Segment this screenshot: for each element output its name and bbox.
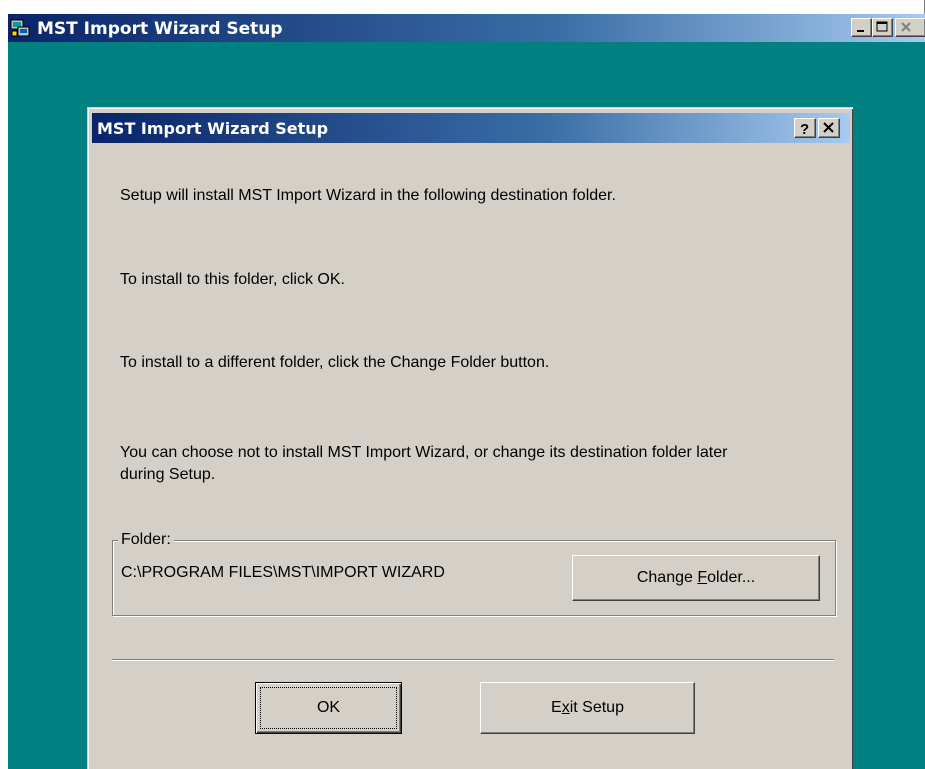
- ok-button[interactable]: OK: [255, 682, 402, 734]
- folder-dialog: MST Import Wizard Setup ? Setup will ins…: [87, 107, 853, 769]
- svg-text:?: ?: [800, 121, 809, 137]
- folder-groupbox: Folder: C:\PROGRAM FILES\MST\IMPORT WIZA…: [112, 529, 836, 616]
- change-folder-label: Change Folder...: [636, 569, 756, 586]
- close-icon: [901, 22, 911, 32]
- ok-label: OK: [316, 699, 341, 716]
- dialog-title-bar[interactable]: MST Import Wizard Setup ?: [92, 113, 850, 143]
- destination-message: Setup will install MST Import Wizard in …: [120, 187, 616, 204]
- exit-setup-button[interactable]: Exit Setup: [480, 682, 695, 734]
- minimize-button[interactable]: [851, 18, 872, 37]
- maximize-icon: [876, 21, 888, 32]
- change-folder-button[interactable]: Change Folder...: [572, 555, 820, 601]
- main-window-title: MST Import Wizard Setup: [37, 19, 283, 39]
- later-note-line-1: You can choose not to install MST Import…: [120, 444, 728, 461]
- minimize-icon: [857, 30, 864, 32]
- dialog-close-button[interactable]: [818, 118, 840, 138]
- help-icon: ?: [800, 121, 809, 137]
- close-button[interactable]: [895, 18, 925, 37]
- maximize-button[interactable]: [872, 18, 893, 37]
- main-window-title-bar[interactable]: MST Import Wizard Setup: [8, 14, 925, 42]
- close-icon: [823, 122, 834, 133]
- setup-main-window: MST Import Wizard Setup MST Import Wizar…: [0, 0, 925, 769]
- dialog-title: MST Import Wizard Setup: [97, 119, 329, 138]
- button-separator: [112, 659, 834, 661]
- folder-group-label: Folder:: [118, 529, 174, 551]
- setup-computer-icon[interactable]: [10, 18, 30, 38]
- folder-path: C:\PROGRAM FILES\MST\IMPORT WIZARD: [121, 564, 445, 581]
- exit-setup-label: Exit Setup: [551, 699, 624, 716]
- ok-instruction: To install to this folder, click OK.: [120, 271, 345, 288]
- later-note-line-2: during Setup.: [120, 466, 216, 483]
- help-button[interactable]: ?: [794, 118, 816, 138]
- change-folder-instruction: To install to a different folder, click …: [120, 354, 550, 371]
